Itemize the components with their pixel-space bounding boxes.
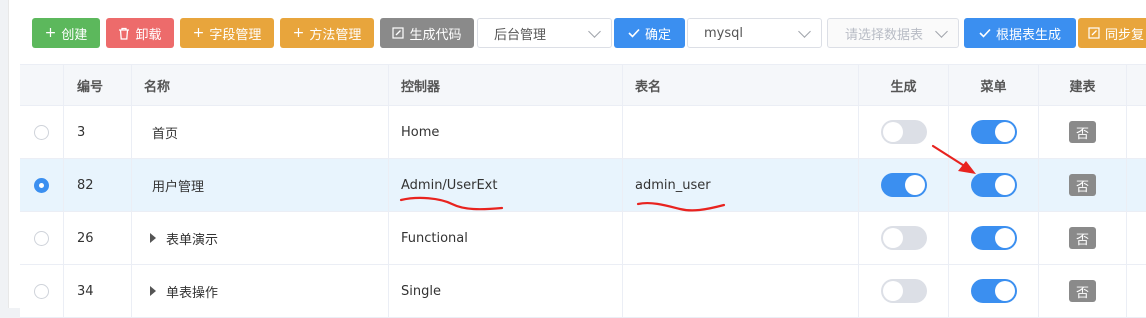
- header-extra: [1127, 65, 1146, 105]
- row-name: 单表操作: [166, 285, 219, 301]
- row-radio[interactable]: [34, 230, 49, 246]
- generate-by-table-button-label: 根据表生成: [995, 27, 1061, 43]
- header-create-table: 建表: [1039, 65, 1127, 105]
- row-controller: Home: [389, 106, 623, 158]
- header-menu: 菜单: [949, 65, 1039, 105]
- header-name: 名称: [132, 65, 389, 105]
- row-controller: Single: [389, 265, 623, 317]
- row-id: 26: [64, 212, 132, 264]
- module-select[interactable]: 后台管理: [477, 18, 612, 48]
- row-radio[interactable]: [34, 283, 49, 299]
- database-select-value: mysql: [704, 25, 743, 41]
- create-button[interactable]: + 创建: [32, 18, 100, 48]
- sync-button-label: 同步复: [1105, 27, 1145, 43]
- row-radio[interactable]: [34, 124, 49, 140]
- check-icon: [628, 28, 640, 38]
- field-manage-button[interactable]: + 字段管理: [180, 18, 274, 48]
- generate-by-table-button[interactable]: 根据表生成: [964, 18, 1076, 48]
- menu-toggle[interactable]: [970, 173, 1017, 197]
- uninstall-button-label: 卸载: [135, 27, 162, 43]
- create-table-badge: 否: [1069, 121, 1096, 143]
- edit-icon: [392, 27, 405, 39]
- database-select[interactable]: mysql: [687, 18, 822, 48]
- trash-icon: [119, 27, 130, 40]
- header-table-name: 表名: [623, 65, 859, 105]
- header-controller: 控制器: [389, 65, 623, 105]
- generate-toggle[interactable]: [880, 279, 927, 303]
- create-button-label: 创建: [61, 27, 88, 43]
- module-select-value: 后台管理: [494, 27, 547, 43]
- generate-toggle[interactable]: [880, 173, 927, 197]
- sync-button[interactable]: 同步复: [1078, 18, 1146, 48]
- row-name: 表单演示: [166, 232, 219, 248]
- generate-toggle[interactable]: [880, 226, 927, 250]
- row-controller: Functional: [389, 212, 623, 264]
- chevron-down-icon: [935, 24, 948, 38]
- header-generate: 生成: [859, 65, 949, 105]
- create-table-badge: 否: [1069, 174, 1096, 196]
- method-manage-button[interactable]: + 方法管理: [280, 18, 374, 48]
- edit-icon: [1088, 27, 1100, 39]
- plus-icon: +: [44, 25, 57, 41]
- table-row[interactable]: 82 用户管理 Admin/UserExt admin_user 否: [20, 159, 1146, 212]
- expand-caret-icon[interactable]: [150, 233, 156, 243]
- menu-toggle[interactable]: [970, 279, 1017, 303]
- row-table-name: admin_user: [623, 159, 859, 211]
- row-table-name: [623, 212, 859, 264]
- confirm-button-label: 确定: [644, 27, 671, 43]
- header-id: 编号: [64, 65, 132, 105]
- menu-toggle[interactable]: [970, 226, 1017, 250]
- row-name: 用户管理: [152, 179, 205, 195]
- plus-icon: +: [192, 25, 205, 41]
- chevron-down-icon: [588, 24, 601, 38]
- plus-icon: +: [292, 25, 305, 41]
- generate-code-button[interactable]: 生成代码: [380, 18, 474, 48]
- field-manage-button-label: 字段管理: [209, 27, 262, 43]
- row-table-name: [623, 106, 859, 158]
- menu-toggle[interactable]: [970, 120, 1017, 144]
- table-select[interactable]: 请选择数据表: [827, 18, 959, 48]
- generate-code-button-label: 生成代码: [409, 27, 462, 43]
- table-select-placeholder: 请选择数据表: [845, 27, 924, 43]
- method-manage-button-label: 方法管理: [309, 27, 362, 43]
- confirm-button[interactable]: 确定: [614, 18, 685, 48]
- create-table-badge: 否: [1069, 227, 1096, 249]
- row-id: 3: [64, 106, 132, 158]
- row-id: 34: [64, 265, 132, 317]
- row-controller: Admin/UserExt: [389, 159, 623, 211]
- toolbar: + 创建 卸载 + 字段管理 + 方法管理 生成代码 后台管理 确定 mysql: [9, 18, 1146, 48]
- table-header: 编号 名称 控制器 表名 生成 菜单 建表: [20, 65, 1146, 106]
- check-icon: [979, 28, 991, 38]
- row-table-name: [623, 265, 859, 317]
- create-table-badge: 否: [1069, 280, 1096, 302]
- table-row[interactable]: 34 单表操作 Single 否: [20, 265, 1146, 318]
- uninstall-button[interactable]: 卸载: [106, 18, 174, 48]
- table-row[interactable]: 26 表单演示 Functional 否: [20, 212, 1146, 265]
- row-name: 首页: [152, 126, 179, 142]
- table-row[interactable]: 3 首页 Home 否: [20, 106, 1146, 159]
- module-table: 编号 名称 控制器 表名 生成 菜单 建表 3 首页 Home 否 82 用户管…: [20, 64, 1146, 318]
- row-id: 82: [64, 159, 132, 211]
- generate-toggle[interactable]: [880, 120, 927, 144]
- row-radio[interactable]: [34, 177, 49, 193]
- expand-caret-icon[interactable]: [150, 286, 156, 296]
- chevron-down-icon: [798, 24, 811, 38]
- header-select: [20, 65, 64, 105]
